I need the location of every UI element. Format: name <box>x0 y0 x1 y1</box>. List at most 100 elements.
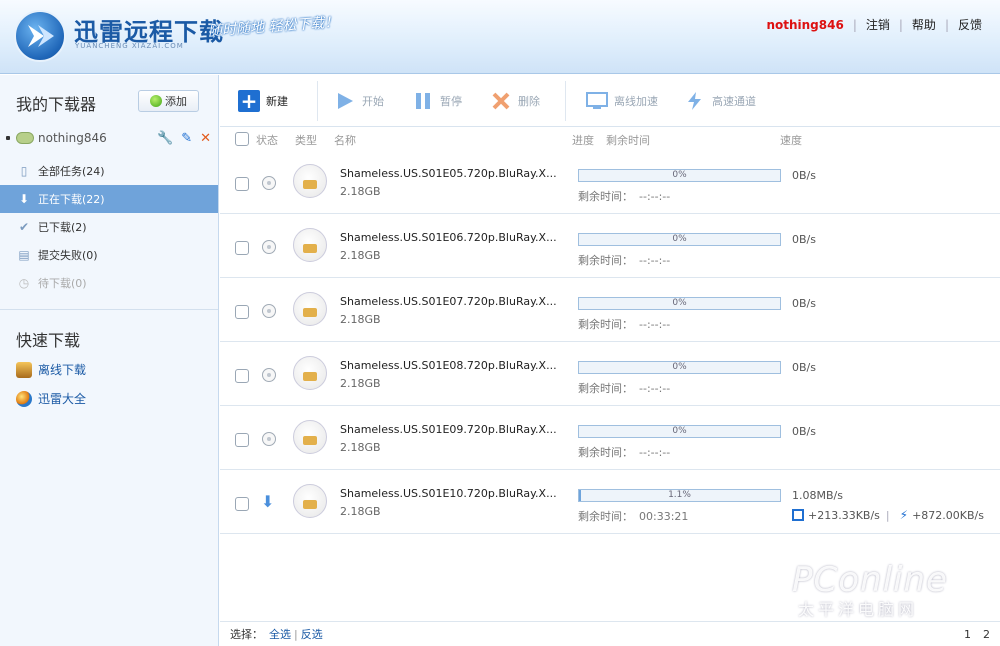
pause-button[interactable]: 暂停 <box>412 89 462 113</box>
add-icon <box>150 95 162 107</box>
task-list: Shameless.US.S01E05.720p.BluRay.X... 2.1… <box>220 150 1000 534</box>
quick-xunlei-daquan[interactable]: 迅雷大全 <box>16 384 86 413</box>
progress-bar: 0% <box>578 361 781 374</box>
sidebar-title: 我的下载器 <box>16 95 97 114</box>
video-file-icon <box>293 420 327 454</box>
select-all-checkbox[interactable] <box>235 132 249 146</box>
pagination: 1 2 <box>964 628 990 641</box>
slogan: 随时随地 轻松下载！ <box>207 14 339 40</box>
task-row[interactable]: Shameless.US.S01E09.720p.BluRay.X... 2.1… <box>220 406 1000 470</box>
quick-label: 离线下载 <box>38 363 87 377</box>
monitor-icon <box>586 90 608 112</box>
nav-pending[interactable]: ◷ 待下载(0) <box>0 269 218 297</box>
progress-bar: 0% <box>578 297 781 310</box>
task-row[interactable]: Shameless.US.S01E08.720p.BluRay.X... 2.1… <box>220 342 1000 406</box>
edit-pencil-icon[interactable]: ✎ <box>181 131 192 146</box>
nav-downloading[interactable]: ⬇ 正在下载(22) <box>0 185 218 213</box>
quick-label: 迅雷大全 <box>38 392 87 406</box>
vip-label: 离线加速 <box>614 95 658 108</box>
username-link[interactable]: nothing846 <box>766 18 843 32</box>
add-downloader-button[interactable]: 添加 <box>138 90 199 112</box>
list-footer: 选择： 全选 | 反选 1 2 <box>220 621 1000 646</box>
progress-text: 0% <box>672 426 687 436</box>
nav-failed[interactable]: ▤ 提交失败(0) <box>0 241 218 269</box>
video-file-icon <box>293 164 327 198</box>
new-task-button[interactable]: + 新建 <box>238 89 288 113</box>
task-name: Shameless.US.S01E05.720p.BluRay.X... <box>340 167 557 180</box>
col-type: 类型 <box>295 134 317 147</box>
task-size: 2.18GB <box>340 185 381 198</box>
task-row[interactable]: Shameless.US.S01E07.720p.BluRay.X... 2.1… <box>220 278 1000 342</box>
row-checkbox[interactable] <box>235 241 249 255</box>
play-icon <box>334 90 356 112</box>
video-file-icon <box>293 228 327 262</box>
document-icon: ▯ <box>20 164 28 178</box>
download-arrow-icon: ⬇ <box>18 192 30 206</box>
progress-text: 0% <box>672 234 687 244</box>
high-speed-channel-button[interactable]: 高速通道 <box>684 89 756 113</box>
task-row[interactable]: ⬇ Shameless.US.S01E10.720p.BluRay.X... 2… <box>220 470 1000 534</box>
status-idle-icon <box>262 368 276 382</box>
col-progress: 进度 <box>572 134 594 147</box>
col-speed: 速度 <box>780 134 802 147</box>
task-name: Shameless.US.S01E08.720p.BluRay.X... <box>340 359 557 372</box>
page-1[interactable]: 1 <box>964 628 971 641</box>
clock-icon: ◷ <box>18 276 30 290</box>
remaining-time: 剩余时间： --:--:-- <box>578 254 671 267</box>
status-idle-icon <box>262 304 276 318</box>
new-label: 新建 <box>266 95 288 108</box>
row-checkbox[interactable] <box>235 433 249 447</box>
col-status: 状态 <box>256 134 278 147</box>
row-checkbox[interactable] <box>235 177 249 191</box>
wrench-icon[interactable]: 🔧 <box>157 131 173 146</box>
vip-speed: +213.33KB/s <box>808 508 880 522</box>
main-panel: + 新建 开始 暂停 删除 离线加速 高速通道 状态 类型 名称 进度 剩余时间… <box>220 75 1000 646</box>
nav-all-tasks[interactable]: ▯ 全部任务(24) <box>0 157 218 185</box>
help-link[interactable]: 帮助 <box>912 16 936 33</box>
quick-download-title: 快速下载 <box>16 331 81 350</box>
video-file-icon <box>293 484 327 518</box>
remove-x-icon[interactable]: ✕ <box>200 131 211 146</box>
sidebar: 我的下载器 添加 nothing846 🔧 ✎ ✕ ▯ 全部任务(24) ⬇ 正… <box>0 75 219 646</box>
task-name: Shameless.US.S01E10.720p.BluRay.X... <box>340 487 557 500</box>
progress-text: 0% <box>672 298 687 308</box>
task-size: 2.18GB <box>340 377 381 390</box>
col-remaining: 剩余时间 <box>606 134 650 147</box>
row-checkbox[interactable] <box>235 305 249 319</box>
quick-offline-download[interactable]: 离线下载 <box>16 355 86 384</box>
progress-bar: 0% <box>578 233 781 246</box>
offline-download-icon <box>16 361 32 378</box>
select-label: 选择： <box>230 628 263 641</box>
task-size: 2.18GB <box>340 505 381 518</box>
remaining-time: 剩余时间： --:--:-- <box>578 446 671 459</box>
page-2[interactable]: 2 <box>983 628 990 641</box>
invert-selection-link[interactable]: 反选 <box>301 626 323 642</box>
nav-completed[interactable]: ✔ 已下载(2) <box>0 213 218 241</box>
task-row[interactable]: Shameless.US.S01E06.720p.BluRay.X... 2.1… <box>220 214 1000 278</box>
downloading-arrow-icon: ⬇ <box>261 492 275 511</box>
remaining-time: 剩余时间： --:--:-- <box>578 382 671 395</box>
task-nav: ▯ 全部任务(24) ⬇ 正在下载(22) ✔ 已下载(2) ▤ 提交失败(0)… <box>0 157 218 297</box>
start-button[interactable]: 开始 <box>334 89 384 113</box>
bullet-icon <box>6 136 10 140</box>
toolbar: + 新建 开始 暂停 删除 离线加速 高速通道 <box>220 75 1000 127</box>
logout-link[interactable]: 注销 <box>866 16 890 33</box>
remaining-time: 剩余时间： --:--:-- <box>578 318 671 331</box>
task-row[interactable]: Shameless.US.S01E05.720p.BluRay.X... 2.1… <box>220 150 1000 214</box>
device-item[interactable]: nothing846 🔧 ✎ ✕ <box>6 127 211 149</box>
status-idle-icon <box>262 432 276 446</box>
select-all-link[interactable]: 全选 <box>269 626 291 642</box>
checkmark-icon: ✔ <box>18 220 30 234</box>
feedback-link[interactable]: 反馈 <box>958 16 982 33</box>
progress-text: 0% <box>672 362 687 372</box>
xunlei-globe-icon <box>16 390 32 407</box>
offline-accelerate-button[interactable]: 离线加速 <box>586 89 658 113</box>
row-checkbox[interactable] <box>235 497 249 511</box>
progress-bar: 0% <box>578 169 781 182</box>
row-checkbox[interactable] <box>235 369 249 383</box>
status-idle-icon <box>262 176 276 190</box>
video-file-icon <box>293 292 327 326</box>
delete-button[interactable]: 删除 <box>490 89 540 113</box>
pause-icon <box>412 90 434 112</box>
offline-accel-icon <box>792 509 804 521</box>
